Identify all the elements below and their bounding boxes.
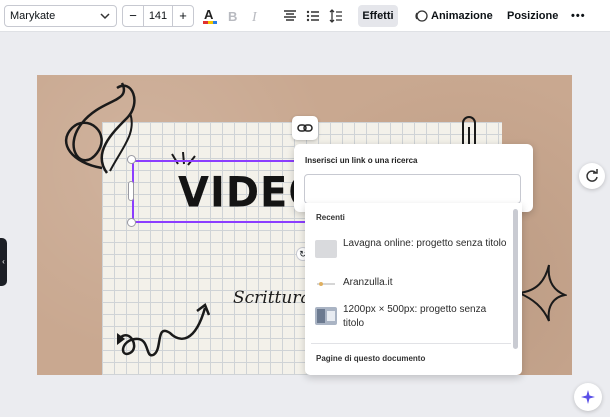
font-family-select[interactable]: Marykate	[4, 5, 117, 27]
pages-heading: Pagine di questo documento	[316, 354, 426, 363]
bold-icon[interactable]: B	[223, 6, 243, 26]
align-center-icon[interactable]	[280, 6, 300, 26]
dropdown-scrollbar[interactable]	[513, 209, 518, 349]
font-size-increment-button[interactable]: +	[173, 6, 193, 26]
star-doodle-decoration	[517, 264, 567, 322]
top-toolbar: Marykate − 141 + A B I Effetti Animazion…	[0, 0, 610, 32]
arrow-doodle-decoration	[117, 303, 211, 357]
font-size-stepper: − 141 +	[122, 5, 194, 27]
svg-text:I: I	[251, 10, 258, 23]
italic-icon[interactable]: I	[246, 6, 266, 26]
animation-button[interactable]: Animazione	[431, 6, 493, 26]
website-favicon-icon	[317, 282, 335, 286]
animation-icon	[411, 6, 431, 26]
line-spacing-icon[interactable]	[326, 6, 346, 26]
recent-heading: Recenti	[316, 213, 345, 222]
section-divider	[311, 343, 511, 344]
resize-handle-top-left[interactable]	[127, 155, 136, 164]
comment-refresh-button[interactable]	[579, 163, 605, 189]
more-options-button[interactable]: •••	[571, 6, 586, 26]
chevron-down-icon	[100, 13, 110, 20]
resize-handle-left[interactable]	[128, 181, 134, 201]
link-search-input[interactable]	[304, 174, 521, 204]
side-panel-toggle[interactable]: ‹	[0, 238, 7, 286]
recent-item-title: Aranzulla.it	[343, 277, 393, 288]
effects-button[interactable]: Effetti	[358, 5, 398, 27]
resize-handle-bottom-left[interactable]	[127, 218, 136, 227]
svg-text:B: B	[228, 9, 237, 23]
font-family-value: Marykate	[10, 10, 56, 22]
canvas-script-text[interactable]: Scrittura	[233, 288, 311, 308]
recent-item[interactable]: Aranzulla.it	[315, 276, 505, 292]
font-size-decrement-button[interactable]: −	[123, 6, 143, 26]
recent-item-title: Lavagna online: progetto senza titolo	[343, 238, 507, 249]
list-icon[interactable]	[303, 6, 323, 26]
magic-assistant-button[interactable]	[574, 383, 602, 411]
recent-item[interactable]: 1200px × 500px: progetto senza titolo	[315, 303, 505, 331]
text-color-icon[interactable]: A	[200, 6, 220, 26]
link-button[interactable]	[292, 116, 318, 140]
font-size-input[interactable]: 141	[143, 6, 173, 26]
recent-item-title: 1200px × 500px: progetto senza titolo	[343, 304, 487, 329]
design-thumbnail-icon	[315, 307, 337, 325]
link-icon	[297, 124, 313, 132]
link-input-label: Inserisci un link o una ricerca	[305, 156, 418, 165]
recent-item[interactable]: Lavagna online: progetto senza titolo	[315, 237, 507, 265]
design-thumbnail-icon	[315, 240, 337, 258]
refresh-comment-icon	[586, 169, 598, 182]
sparkle-icon	[581, 390, 595, 404]
link-suggestions-dropdown: Recenti Lavagna online: progetto senza t…	[305, 203, 522, 375]
text-selection-box[interactable]	[132, 160, 312, 223]
position-button[interactable]: Posizione	[507, 6, 558, 26]
svg-text:A: A	[204, 7, 214, 22]
